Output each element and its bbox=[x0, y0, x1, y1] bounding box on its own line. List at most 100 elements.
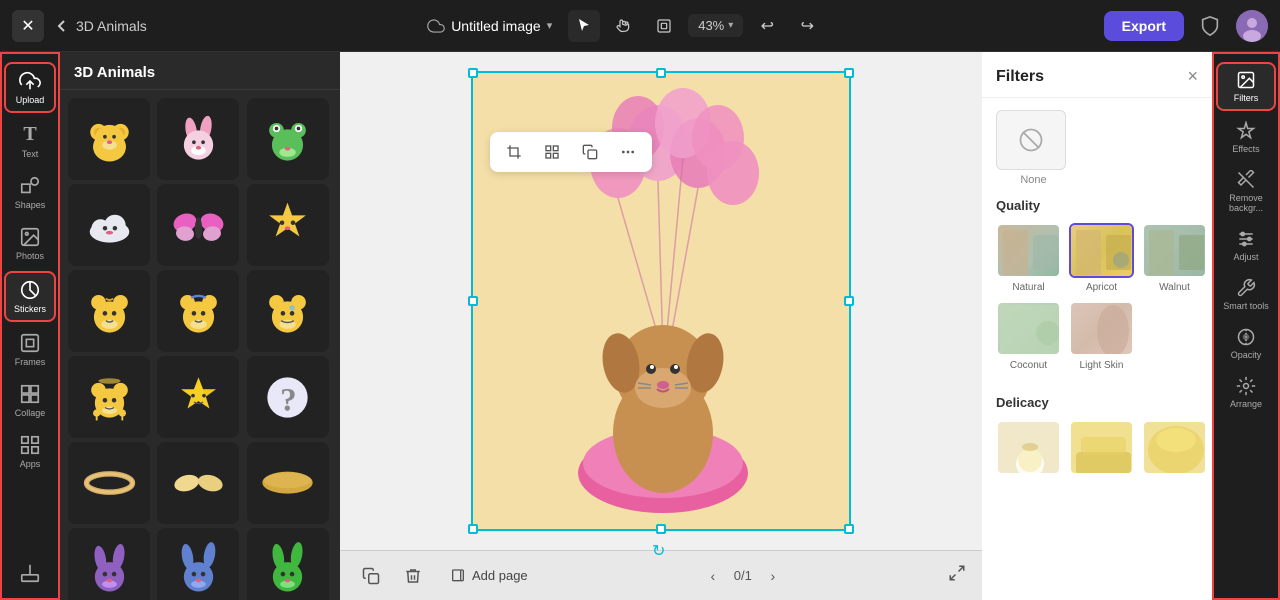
redo-button[interactable]: ↪ bbox=[791, 10, 823, 42]
sidebar-item-stickers[interactable]: Stickers bbox=[4, 271, 56, 322]
sticker-bear[interactable] bbox=[68, 98, 150, 180]
star-svg bbox=[260, 198, 315, 253]
right-item-filters[interactable]: Filters bbox=[1216, 62, 1276, 111]
sidebar-item-text[interactable]: T Text bbox=[4, 117, 56, 165]
crop-icon bbox=[506, 144, 522, 160]
prev-page-button[interactable]: ‹ bbox=[700, 563, 726, 589]
sticker-purple-bunny1[interactable] bbox=[68, 528, 150, 600]
canvas-wrapper: ↻ bbox=[340, 52, 982, 550]
pagination: ‹ 0/1 › bbox=[700, 563, 786, 589]
sidebar-item-upload[interactable]: Upload bbox=[4, 62, 56, 113]
sidebar-item-apps[interactable]: Apps bbox=[4, 428, 56, 475]
frame-tool[interactable] bbox=[648, 10, 680, 42]
filter-natural[interactable]: Natural bbox=[996, 223, 1061, 293]
handle-right-mid[interactable] bbox=[844, 296, 854, 306]
right-item-arrange[interactable]: Arrange bbox=[1216, 370, 1276, 415]
more-options-button[interactable] bbox=[614, 138, 642, 166]
next-page-button[interactable]: › bbox=[760, 563, 786, 589]
right-item-remove-bg[interactable]: Remove backgr... bbox=[1216, 164, 1276, 219]
filter-none-box[interactable] bbox=[996, 110, 1066, 170]
handle-top-right[interactable] bbox=[844, 68, 854, 78]
filter-coconut-thumb[interactable] bbox=[996, 301, 1061, 356]
filter-walnut[interactable]: Walnut bbox=[1142, 223, 1207, 293]
sidebar-item-label: Frames bbox=[15, 357, 46, 367]
undo-button[interactable]: ↩ bbox=[751, 10, 783, 42]
sticker-purple-bunny2[interactable] bbox=[157, 528, 239, 600]
angel-bear-svg bbox=[82, 370, 137, 425]
filter-delicacy2-thumb[interactable] bbox=[1069, 420, 1134, 475]
right-item-effects[interactable]: Effects bbox=[1216, 115, 1276, 160]
sidebar-item-photos[interactable]: Photos bbox=[4, 220, 56, 267]
filter-delicacy3-thumb[interactable] bbox=[1142, 420, 1207, 475]
zoom-control[interactable]: 43% ▾ bbox=[688, 14, 743, 37]
document-name[interactable]: Untitled image ▾ bbox=[427, 17, 552, 35]
sticker-cloud[interactable] bbox=[68, 184, 150, 266]
rotate-handle[interactable]: ↻ bbox=[652, 541, 670, 559]
shield-button[interactable] bbox=[1194, 10, 1226, 42]
copy-icon bbox=[582, 144, 598, 160]
sticker-frog[interactable] bbox=[247, 98, 329, 180]
expand-icon bbox=[948, 564, 966, 582]
sticker-oval[interactable] bbox=[247, 442, 329, 524]
filters-close-button[interactable]: × bbox=[1187, 66, 1198, 87]
right-item-opacity[interactable]: Opacity bbox=[1216, 321, 1276, 366]
filter-delicacy1-thumb[interactable] bbox=[996, 420, 1061, 475]
sidebar-item-collage[interactable]: Collage bbox=[4, 377, 56, 424]
sticker-angel-bear[interactable] bbox=[68, 356, 150, 438]
pointer-tool[interactable] bbox=[568, 10, 600, 42]
crop-tool-button[interactable] bbox=[500, 138, 528, 166]
canvas-delete-button[interactable] bbox=[398, 561, 428, 591]
sidebar-item-shapes[interactable]: Shapes bbox=[4, 169, 56, 216]
sticker-butterfly[interactable] bbox=[157, 184, 239, 266]
right-item-adjust[interactable]: Adjust bbox=[1216, 223, 1276, 268]
stickers-icon bbox=[19, 279, 41, 301]
handle-top-left[interactable] bbox=[468, 68, 478, 78]
right-item-smart-tools[interactable]: Smart tools bbox=[1216, 272, 1276, 317]
section-title: 3D Animals bbox=[76, 18, 147, 34]
user-avatar[interactable] bbox=[1236, 10, 1268, 42]
copy-canvas-button[interactable] bbox=[576, 138, 604, 166]
filter-delicacy3[interactable] bbox=[1142, 420, 1207, 479]
filter-walnut-thumb[interactable] bbox=[1142, 223, 1207, 278]
grid-tool-button[interactable] bbox=[538, 138, 566, 166]
filter-delicacy2[interactable] bbox=[1069, 420, 1134, 479]
handle-left-mid[interactable] bbox=[468, 296, 478, 306]
sticker-panel-header: 3D Animals bbox=[60, 52, 340, 90]
canvas-copy-button[interactable] bbox=[356, 561, 386, 591]
sticker-rabbit[interactable] bbox=[157, 98, 239, 180]
sticker-seeds[interactable] bbox=[157, 442, 239, 524]
sticker-yellow-bear1[interactable] bbox=[68, 270, 150, 352]
filter-delicacy1[interactable] bbox=[996, 420, 1061, 479]
handle-bottom-right[interactable] bbox=[844, 524, 854, 534]
handle-bottom-left[interactable] bbox=[468, 524, 478, 534]
filter-apricot-thumb[interactable] bbox=[1069, 223, 1134, 278]
sticker-star[interactable] bbox=[247, 184, 329, 266]
filter-apricot[interactable]: Apricot bbox=[1069, 223, 1134, 293]
filter-natural-thumb[interactable] bbox=[996, 223, 1061, 278]
sticker-yellow-bear2[interactable] bbox=[157, 270, 239, 352]
handle-bottom-mid[interactable] bbox=[656, 524, 666, 534]
shapes-icon bbox=[19, 175, 41, 197]
handle-top-mid[interactable] bbox=[656, 68, 666, 78]
svg-text:?: ? bbox=[280, 382, 297, 418]
smart-tools-icon bbox=[1236, 278, 1256, 298]
sticker-green-bunny[interactable] bbox=[247, 528, 329, 600]
add-page-button[interactable]: Add page bbox=[440, 562, 538, 590]
filter-none[interactable]: None bbox=[996, 110, 1071, 186]
sticker-question[interactable]: ? bbox=[247, 356, 329, 438]
app-logo[interactable]: ✕ bbox=[12, 10, 44, 42]
hand-tool[interactable] bbox=[608, 10, 640, 42]
export-button[interactable]: Export bbox=[1104, 11, 1184, 41]
sidebar-item-bottom[interactable] bbox=[4, 556, 56, 590]
sticker-3d-star[interactable] bbox=[157, 356, 239, 438]
sticker-ring[interactable] bbox=[68, 442, 150, 524]
filter-coconut[interactable]: Coconut bbox=[996, 301, 1061, 371]
filter-lightskin[interactable]: Light Skin bbox=[1069, 301, 1134, 371]
expand-button[interactable] bbox=[948, 564, 966, 587]
sticker-yellow-bear3[interactable] bbox=[247, 270, 329, 352]
back-button[interactable]: 3D Animals bbox=[54, 18, 147, 34]
sidebar-item-frames[interactable]: Frames bbox=[4, 326, 56, 373]
filter-delicacy-section: Delicacy bbox=[982, 383, 1212, 491]
filter-lightskin-thumb[interactable] bbox=[1069, 301, 1134, 356]
filter-none-label: None bbox=[996, 174, 1071, 186]
